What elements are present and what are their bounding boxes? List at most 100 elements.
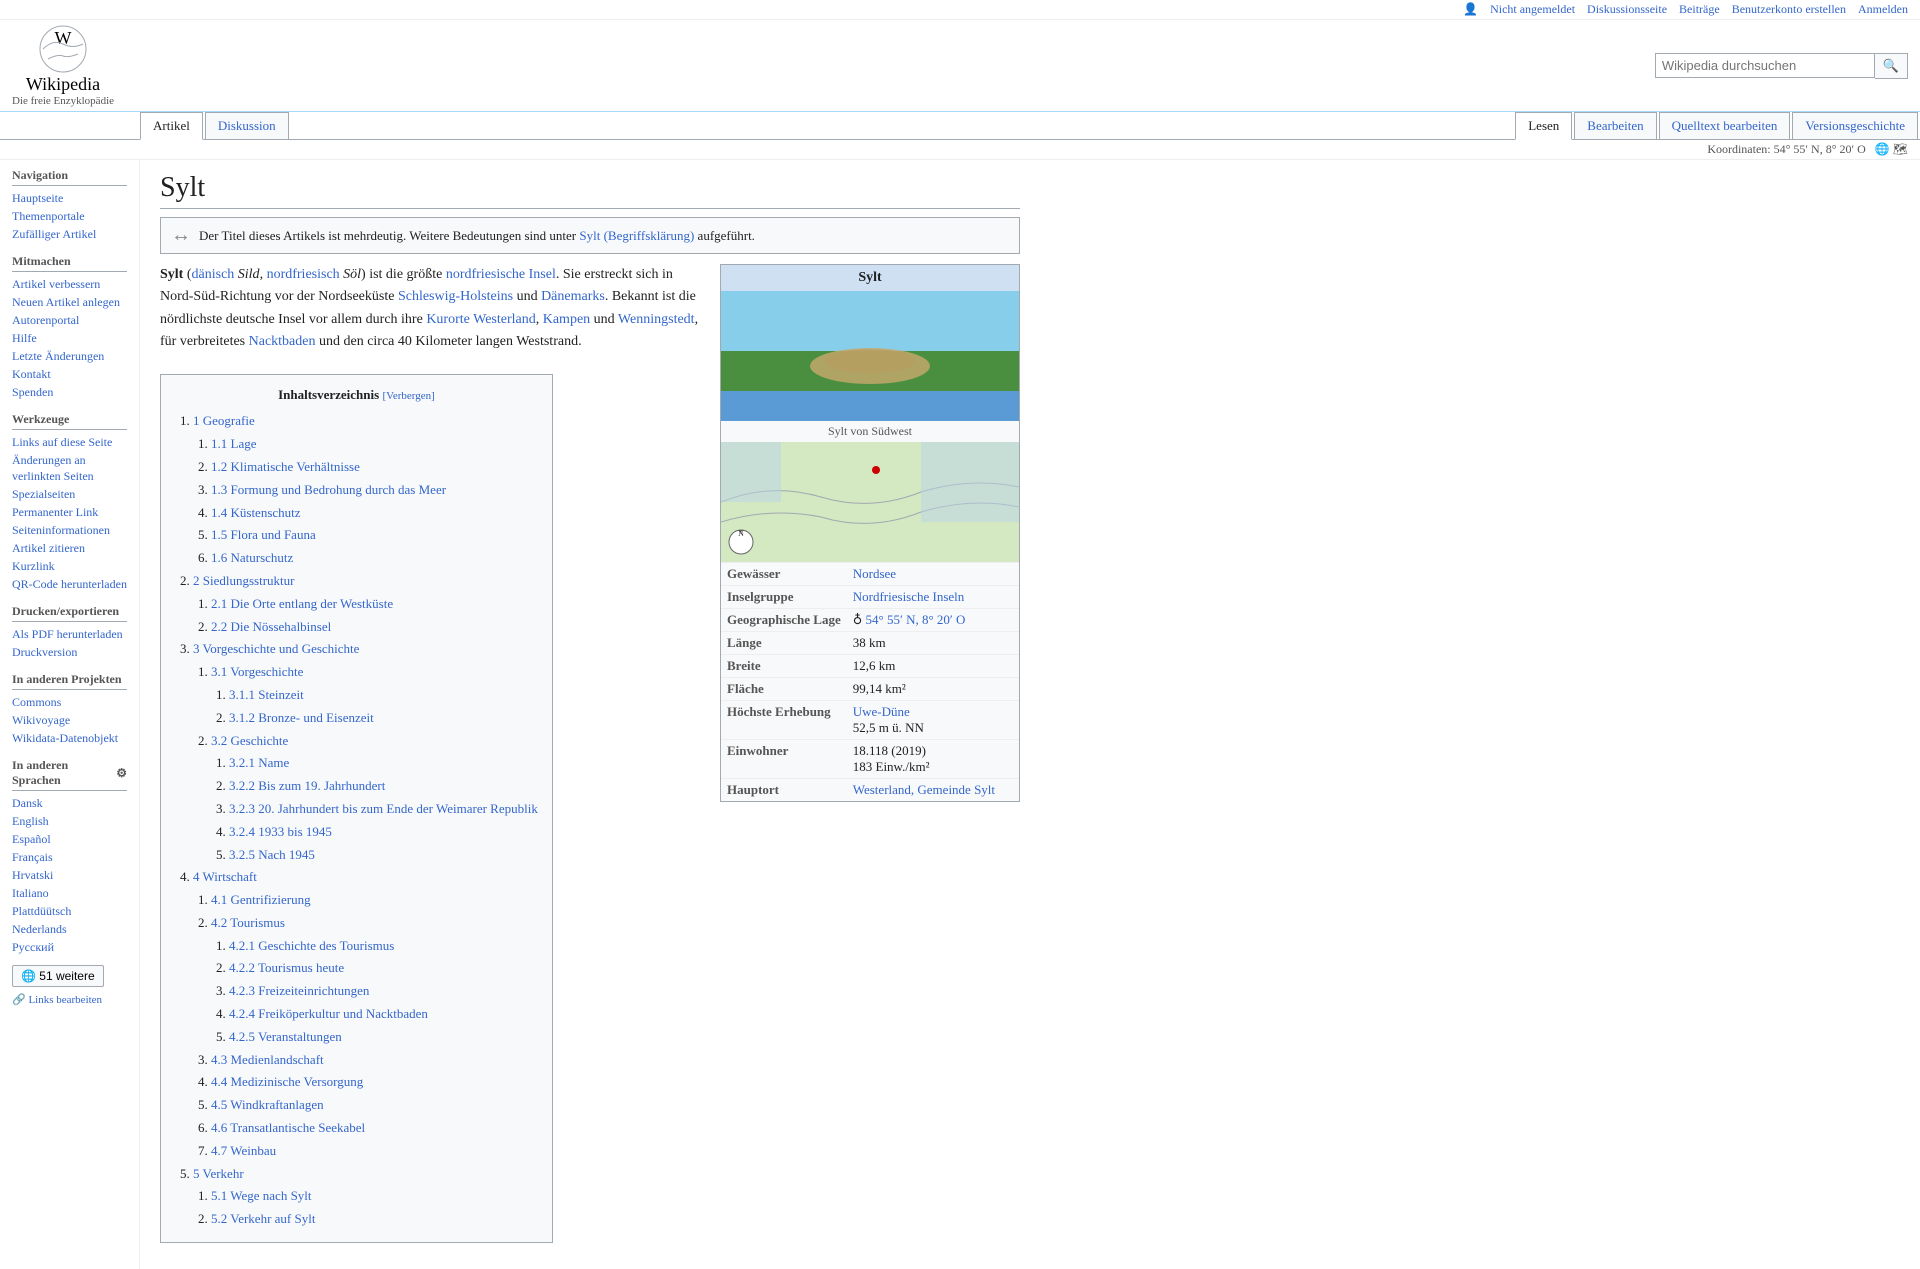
not-logged-in-link[interactable]: Nicht angemeldet xyxy=(1490,2,1575,17)
toc-link-4-5[interactable]: 4.5 Windkraftanlagen xyxy=(211,1097,324,1112)
toc-link-4-2[interactable]: 4.2 Tourismus xyxy=(211,915,285,930)
toc-link-3-2-1[interactable]: 3.2.1 Name xyxy=(229,755,289,770)
sidebar-item-espanol[interactable]: Español xyxy=(12,831,127,847)
sidebar-item-verbessern[interactable]: Artikel verbessern xyxy=(12,276,127,292)
sidebar-item-links[interactable]: Links auf diese Seite xyxy=(12,434,127,450)
toc-link-3-2-4[interactable]: 3.2.4 1933 bis 1945 xyxy=(229,824,332,839)
sidebar-item-spezialseiten[interactable]: Spezialseiten xyxy=(12,486,127,502)
sidebar-item-aenderungen-links[interactable]: Änderungen an verlinkten Seiten xyxy=(12,452,127,484)
toc-link-1-2[interactable]: 1.2 Klimatische Verhältnisse xyxy=(211,459,360,474)
sidebar-item-hrvatski[interactable]: Hrvatski xyxy=(12,867,127,883)
toc-link-3-2[interactable]: 3.2 Geschichte xyxy=(211,733,288,748)
nordfriesische-inseln-link[interactable]: Nordfriesische Inseln xyxy=(853,589,965,604)
tab-quelltext[interactable]: Quelltext bearbeiten xyxy=(1659,112,1791,139)
toc-link-5-2[interactable]: 5.2 Verkehr auf Sylt xyxy=(211,1211,315,1226)
discussion-link[interactable]: Diskussionsseite xyxy=(1587,2,1667,17)
schleswig-holstein-link[interactable]: Schleswig-Holsteins xyxy=(398,289,513,304)
coords-osm-icon[interactable]: 🗺 xyxy=(1893,142,1908,156)
toc-link-2-1[interactable]: 2.1 Die Orte entlang der Westküste xyxy=(211,596,393,611)
toc-link-4-2-4[interactable]: 4.2.4 Freiköperkultur und Nacktbaden xyxy=(229,1006,428,1021)
sidebar-item-autorenportal[interactable]: Autorenportal xyxy=(12,312,127,328)
sidebar-item-hilfe[interactable]: Hilfe xyxy=(12,330,127,346)
sidebar-item-kurzlink[interactable]: Kurzlink xyxy=(12,558,127,574)
toc-link-4-1[interactable]: 4.1 Gentrifizierung xyxy=(211,892,311,907)
weitere-sprachen-button[interactable]: 🌐 51 weitere xyxy=(12,965,104,987)
disambig-link[interactable]: Sylt (Begriffsklärung) xyxy=(579,228,694,243)
sidebar-item-zitieren[interactable]: Artikel zitieren xyxy=(12,540,127,556)
coords-globe-icon[interactable]: 🌐 xyxy=(1875,142,1890,156)
search-input[interactable] xyxy=(1655,53,1875,78)
search-button[interactable]: 🔍 xyxy=(1875,53,1908,79)
toc-link-3-1[interactable]: 3.1 Vorgeschichte xyxy=(211,664,303,679)
daenisch-link[interactable]: dänisch xyxy=(192,267,235,282)
toc-link-3-2-2[interactable]: 3.2.2 Bis zum 19. Jahrhundert xyxy=(229,778,385,793)
nacktbaden-link[interactable]: Nacktbaden xyxy=(249,334,316,349)
coords-link[interactable]: 54° 55′ N, 8° 20′ O xyxy=(866,612,966,627)
sidebar-item-russisch[interactable]: Русский xyxy=(12,939,127,955)
wikipedia-logo[interactable]: W xyxy=(38,24,88,74)
toc-link-1-6[interactable]: 1.6 Naturschutz xyxy=(211,550,293,565)
toc-link-4-2-1[interactable]: 4.2.1 Geschichte des Tourismus xyxy=(229,938,394,953)
sidebar-item-neu-anlegen[interactable]: Neuen Artikel anlegen xyxy=(12,294,127,310)
tab-lesen[interactable]: Lesen xyxy=(1515,112,1572,140)
nordsee-link[interactable]: Nordsee xyxy=(853,566,896,581)
toc-link-5-1[interactable]: 5.1 Wege nach Sylt xyxy=(211,1188,312,1203)
sidebar-item-kontakt[interactable]: Kontakt xyxy=(12,366,127,382)
sidebar-item-italiano[interactable]: Italiano xyxy=(12,885,127,901)
toc-link-4-2-2[interactable]: 4.2.2 Tourismus heute xyxy=(229,960,344,975)
tab-diskussion[interactable]: Diskussion xyxy=(205,112,289,139)
toc-link-4-2-3[interactable]: 4.2.3 Freizeiteinrichtungen xyxy=(229,983,369,998)
toc-link-4-4[interactable]: 4.4 Medizinische Versorgung xyxy=(211,1074,363,1089)
toc-link-2[interactable]: 2 Siedlungsstruktur xyxy=(193,573,294,588)
nordfriesisch-link[interactable]: nordfriesisch xyxy=(267,267,340,282)
tab-versionsgeschichte[interactable]: Versionsgeschichte xyxy=(1792,112,1918,139)
create-account-link[interactable]: Benutzerkonto erstellen xyxy=(1732,2,1846,17)
sidebar-item-qrcode[interactable]: QR-Code herunterladen xyxy=(12,576,127,592)
toc-link-3-2-3[interactable]: 3.2.3 20. Jahrhundert bis zum Ende der W… xyxy=(229,801,538,816)
toc-link-4[interactable]: 4 Wirtschaft xyxy=(193,869,257,884)
toc-link-4-6[interactable]: 4.6 Transatlantische Seekabel xyxy=(211,1120,365,1135)
toc-link-3-1-2[interactable]: 3.1.2 Bronze- und Eisenzeit xyxy=(229,710,374,725)
login-link[interactable]: Anmelden xyxy=(1858,2,1908,17)
toc-link-5[interactable]: 5 Verkehr xyxy=(193,1166,244,1181)
sidebar-item-nederlands[interactable]: Nederlands xyxy=(12,921,127,937)
toc-link-3-1-1[interactable]: 3.1.1 Steinzeit xyxy=(229,687,304,702)
sidebar-item-zufaellig[interactable]: Zufälliger Artikel xyxy=(12,226,127,242)
toc-link-4-2-5[interactable]: 4.2.5 Veranstaltungen xyxy=(229,1029,342,1044)
sidebar-item-francais[interactable]: Français xyxy=(12,849,127,865)
toc-link-1-3[interactable]: 1.3 Formung und Bedrohung durch das Meer xyxy=(211,482,446,497)
tab-artikel[interactable]: Artikel xyxy=(140,112,203,140)
sidebar-item-spenden[interactable]: Spenden xyxy=(12,384,127,400)
toc-link-4-7[interactable]: 4.7 Weinbau xyxy=(211,1143,276,1158)
sidebar-item-druckversion[interactable]: Druckversion xyxy=(12,644,127,660)
toc-link-1-1[interactable]: 1.1 Lage xyxy=(211,436,256,451)
contributions-link[interactable]: Beiträge xyxy=(1679,2,1720,17)
sidebar-item-themenportale[interactable]: Themenportale xyxy=(12,208,127,224)
kurorte-link[interactable]: Kurorte Westerland xyxy=(426,312,535,327)
toc-link-4-3[interactable]: 4.3 Medienlandschaft xyxy=(211,1052,324,1067)
gear-icon[interactable]: ⚙ xyxy=(116,766,127,781)
toc-link-3-2-5[interactable]: 3.2.5 Nach 1945 xyxy=(229,847,315,862)
sidebar-item-seiteninformationen[interactable]: Seiteninformationen xyxy=(12,522,127,538)
tab-bearbeiten[interactable]: Bearbeiten xyxy=(1574,112,1656,139)
uwe-duene-link[interactable]: Uwe-Düne xyxy=(853,704,910,719)
sidebar-item-wikivoyage[interactable]: Wikivoyage xyxy=(12,712,127,728)
wenningstedt-link[interactable]: Wenningstedt xyxy=(618,312,695,327)
sidebar-item-hauptseite[interactable]: Hauptseite xyxy=(12,190,127,206)
sidebar-item-dansk[interactable]: Dansk xyxy=(12,795,127,811)
sidebar-item-english[interactable]: English xyxy=(12,813,127,829)
links-bearbeiten-link[interactable]: 🔗 Links bearbeiten xyxy=(12,994,102,1006)
sidebar-item-plattduutsch[interactable]: Plattdüütsch xyxy=(12,903,127,919)
toc-link-2-2[interactable]: 2.2 Die Nössehalbinsel xyxy=(211,619,331,634)
westerland-link[interactable]: Westerland, Gemeinde Sylt xyxy=(853,782,995,797)
daenemark-link[interactable]: Dänemarks xyxy=(541,289,605,304)
toc-link-3[interactable]: 3 Vorgeschichte und Geschichte xyxy=(193,641,359,656)
kampen-link[interactable]: Kampen xyxy=(543,312,590,327)
toc-link-1[interactable]: 1 Geografie xyxy=(193,413,255,428)
sidebar-item-commons[interactable]: Commons xyxy=(12,694,127,710)
toc-link-1-5[interactable]: 1.5 Flora und Fauna xyxy=(211,527,316,542)
sidebar-item-permalink[interactable]: Permanenter Link xyxy=(12,504,127,520)
sidebar-item-pdf[interactable]: Als PDF herunterladen xyxy=(12,626,127,642)
toc-link-1-4[interactable]: 1.4 Küstenschutz xyxy=(211,505,301,520)
sidebar-item-aenderungen[interactable]: Letzte Änderungen xyxy=(12,348,127,364)
